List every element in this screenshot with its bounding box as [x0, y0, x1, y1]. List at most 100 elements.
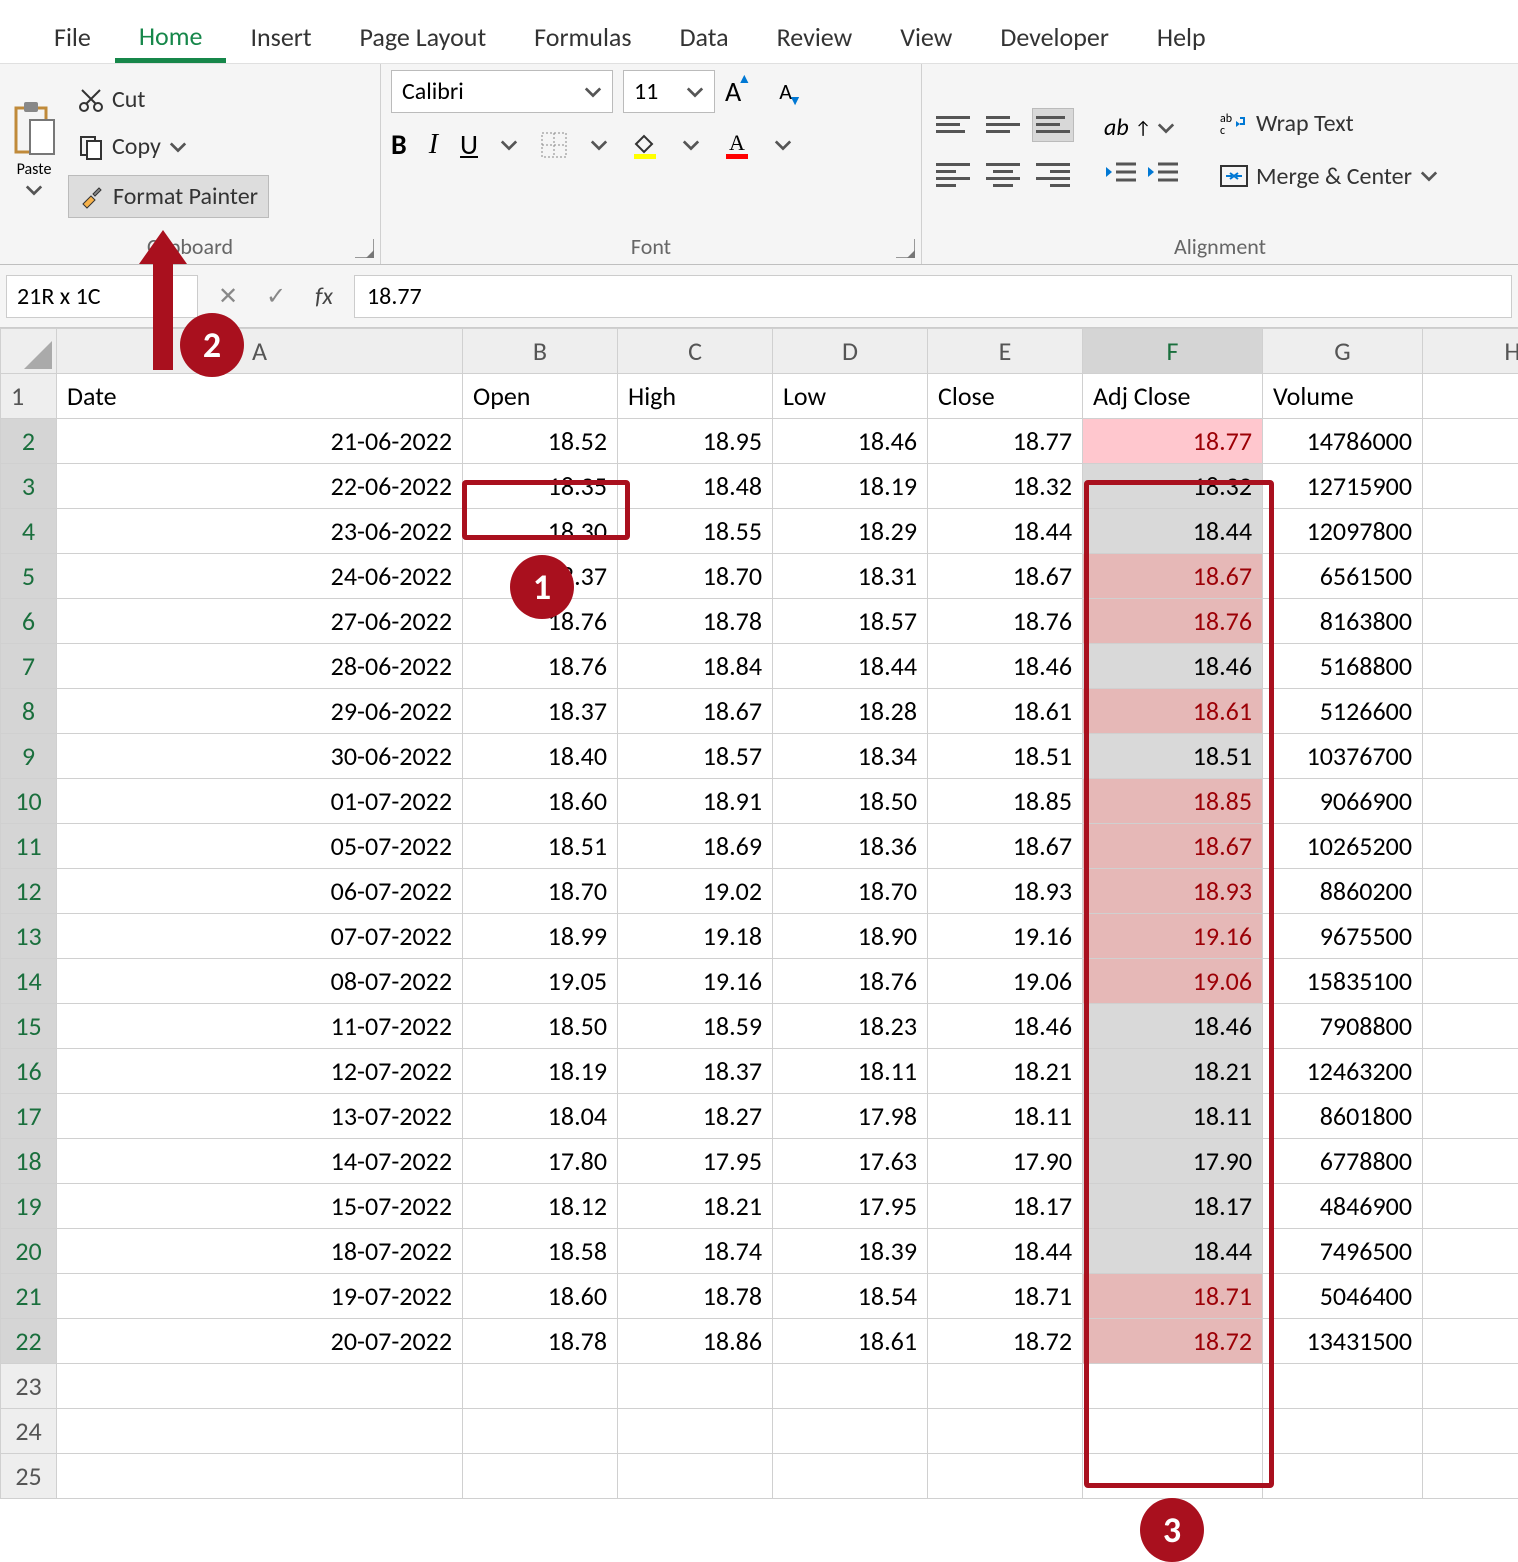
cell-E10[interactable]: 18.85: [928, 779, 1083, 824]
cell-A22[interactable]: 20-07-2022: [57, 1319, 463, 1364]
cell-B21[interactable]: 18.60: [463, 1274, 618, 1319]
cell-F3[interactable]: 18.32: [1083, 464, 1263, 509]
ribbon-tab-view[interactable]: View: [876, 11, 976, 63]
row-header-23[interactable]: 23: [1, 1364, 57, 1409]
cell-D11[interactable]: 18.36: [773, 824, 928, 869]
font-name-select[interactable]: Calibri: [391, 70, 613, 113]
cell-A12[interactable]: 06-07-2022: [57, 869, 463, 914]
cell-H17[interactable]: [1423, 1094, 1518, 1139]
cell-D13[interactable]: 18.90: [773, 914, 928, 959]
cell-B3[interactable]: 18.35: [463, 464, 618, 509]
cell-H6[interactable]: [1423, 599, 1518, 644]
cell-G11[interactable]: 10265200: [1263, 824, 1423, 869]
ribbon-tab-formulas[interactable]: Formulas: [510, 11, 655, 63]
cell-A21[interactable]: 19-07-2022: [57, 1274, 463, 1319]
ribbon-tab-page-layout[interactable]: Page Layout: [336, 11, 511, 63]
cell-F20[interactable]: 18.44: [1083, 1229, 1263, 1274]
cell-D19[interactable]: 17.95: [773, 1184, 928, 1229]
cell-H10[interactable]: [1423, 779, 1518, 824]
cut-button[interactable]: Cut: [68, 81, 269, 118]
row-header-20[interactable]: 20: [1, 1229, 57, 1274]
cell-H15[interactable]: [1423, 1004, 1518, 1049]
cell-D4[interactable]: 18.29: [773, 509, 928, 554]
row-header-19[interactable]: 19: [1, 1184, 57, 1229]
cell-E22[interactable]: 18.72: [928, 1319, 1083, 1364]
cell-B20[interactable]: 18.58: [463, 1229, 618, 1274]
cell-D14[interactable]: 18.76: [773, 959, 928, 1004]
cell-H19[interactable]: [1423, 1184, 1518, 1229]
row-header-7[interactable]: 7: [1, 644, 57, 689]
cell-H22[interactable]: [1423, 1319, 1518, 1364]
cell-D16[interactable]: 18.11: [773, 1049, 928, 1094]
cancel-formula-icon[interactable]: ✕: [204, 282, 252, 311]
cell-B2[interactable]: 18.52: [463, 419, 618, 464]
ribbon-tab-home[interactable]: Home: [115, 10, 227, 63]
column-header-B[interactable]: B: [463, 329, 618, 374]
column-header-A[interactable]: A: [57, 329, 463, 374]
cell-D8[interactable]: 18.28: [773, 689, 928, 734]
row-header-1[interactable]: 1: [1, 374, 57, 419]
cell-C2[interactable]: 18.95: [618, 419, 773, 464]
cell-C8[interactable]: 18.67: [618, 689, 773, 734]
cell-B7[interactable]: 18.76: [463, 644, 618, 689]
cell-H13[interactable]: [1423, 914, 1518, 959]
cell-B15[interactable]: 18.50: [463, 1004, 618, 1049]
ribbon-tab-data[interactable]: Data: [656, 11, 753, 63]
cell-C10[interactable]: 18.91: [618, 779, 773, 824]
cell-E20[interactable]: 18.44: [928, 1229, 1083, 1274]
cell-H8[interactable]: [1423, 689, 1518, 734]
cell-E13[interactable]: 19.16: [928, 914, 1083, 959]
cell-C11[interactable]: 18.69: [618, 824, 773, 869]
cell-B10[interactable]: 18.60: [463, 779, 618, 824]
cell-E23[interactable]: [928, 1364, 1083, 1409]
cell-B1[interactable]: Open: [463, 374, 618, 419]
row-header-22[interactable]: 22: [1, 1319, 57, 1364]
cell-C24[interactable]: [618, 1409, 773, 1454]
cell-B9[interactable]: 18.40: [463, 734, 618, 779]
cell-F23[interactable]: [1083, 1364, 1263, 1409]
cell-A13[interactable]: 07-07-2022: [57, 914, 463, 959]
cell-G23[interactable]: [1263, 1364, 1423, 1409]
borders-icon[interactable]: [540, 131, 568, 159]
cell-E2[interactable]: 18.77: [928, 419, 1083, 464]
cell-B8[interactable]: 18.37: [463, 689, 618, 734]
align-bottom-icon[interactable]: [1032, 108, 1074, 142]
cell-A10[interactable]: 01-07-2022: [57, 779, 463, 824]
cell-A14[interactable]: 08-07-2022: [57, 959, 463, 1004]
row-header-2[interactable]: 2: [1, 419, 57, 464]
orientation-button[interactable]: ab↗: [1104, 113, 1180, 142]
name-box[interactable]: 21R x 1C: [6, 275, 198, 318]
cell-G24[interactable]: [1263, 1409, 1423, 1454]
row-header-18[interactable]: 18: [1, 1139, 57, 1184]
cell-B17[interactable]: 18.04: [463, 1094, 618, 1139]
cell-H14[interactable]: [1423, 959, 1518, 1004]
cell-A3[interactable]: 22-06-2022: [57, 464, 463, 509]
cell-G3[interactable]: 12715900: [1263, 464, 1423, 509]
align-center-icon[interactable]: [982, 158, 1024, 192]
cell-G13[interactable]: 9675500: [1263, 914, 1423, 959]
cell-A23[interactable]: [57, 1364, 463, 1409]
cell-A6[interactable]: 27-06-2022: [57, 599, 463, 644]
cell-C6[interactable]: 18.78: [618, 599, 773, 644]
cell-G8[interactable]: 5126600: [1263, 689, 1423, 734]
cell-E25[interactable]: [928, 1454, 1083, 1499]
cell-G15[interactable]: 7908800: [1263, 1004, 1423, 1049]
cell-H21[interactable]: [1423, 1274, 1518, 1319]
cell-E11[interactable]: 18.67: [928, 824, 1083, 869]
cell-F25[interactable]: [1083, 1454, 1263, 1499]
cell-H24[interactable]: [1423, 1409, 1518, 1454]
cell-F18[interactable]: 17.90: [1083, 1139, 1263, 1184]
cell-G5[interactable]: 6561500: [1263, 554, 1423, 599]
cell-C17[interactable]: 18.27: [618, 1094, 773, 1139]
cell-C9[interactable]: 18.57: [618, 734, 773, 779]
increase-font-icon[interactable]: A▲: [725, 74, 741, 109]
cell-D23[interactable]: [773, 1364, 928, 1409]
row-header-3[interactable]: 3: [1, 464, 57, 509]
cell-G12[interactable]: 8860200: [1263, 869, 1423, 914]
cell-D18[interactable]: 17.63: [773, 1139, 928, 1184]
row-header-21[interactable]: 21: [1, 1274, 57, 1319]
cell-A9[interactable]: 30-06-2022: [57, 734, 463, 779]
cell-C1[interactable]: High: [618, 374, 773, 419]
row-header-15[interactable]: 15: [1, 1004, 57, 1049]
cell-C22[interactable]: 18.86: [618, 1319, 773, 1364]
